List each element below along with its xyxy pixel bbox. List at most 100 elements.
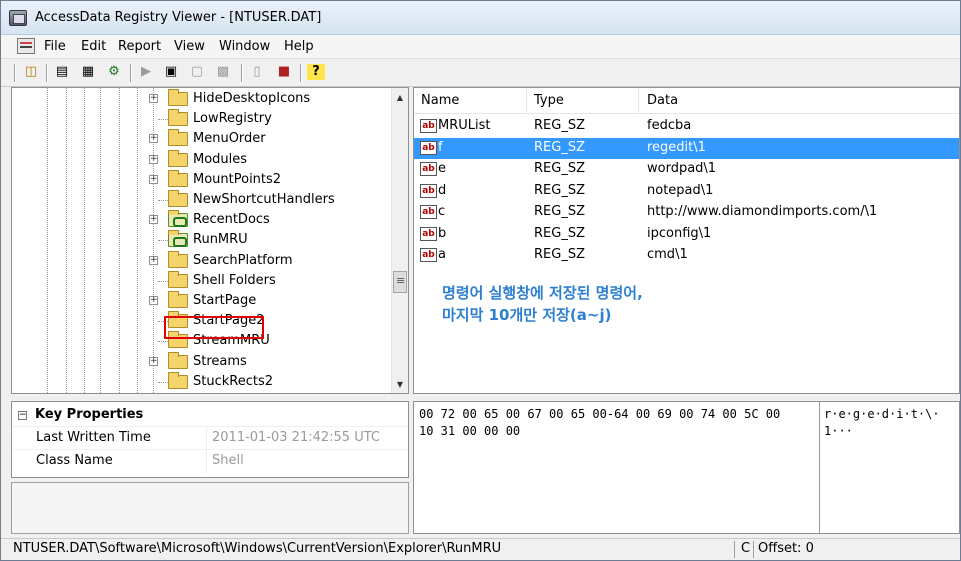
expand-icon[interactable]: + [149, 94, 158, 103]
value-row[interactable]: ab b REG_SZ ipconfig\1 [414, 224, 959, 245]
tree-item[interactable]: + MountPoints2 [12, 169, 392, 190]
expand-icon[interactable]: + [149, 134, 158, 144]
disconnect-icon[interactable]: ▯ [248, 64, 266, 80]
key-properties-header[interactable]: − Key Properties [18, 407, 143, 422]
export-icon[interactable]: ▶ [137, 64, 155, 80]
string-value-icon: ab [420, 205, 437, 219]
tree-item-label: RunMRU [193, 232, 248, 248]
expand-icon[interactable]: + [149, 215, 158, 225]
print-icon[interactable]: ▤ [53, 64, 71, 80]
ascii-text[interactable]: 1··· [824, 424, 853, 438]
tree-item[interactable]: + HideDesktopIcons [12, 89, 392, 109]
view-report-icon[interactable]: ▩ [214, 64, 232, 80]
status-path: NTUSER.DAT\Software\Microsoft\Windows\Cu… [13, 541, 502, 556]
tree-item-label: Streams [193, 353, 247, 369]
string-value-icon: ab [420, 248, 437, 262]
registry-tree[interactable]: + HideDesktopIcons LowRegistry + MenuOrder + M… [11, 87, 409, 394]
open-folder-icon[interactable]: ◫ [22, 64, 40, 80]
help-icon[interactable]: ? [307, 64, 325, 80]
menu-window[interactable]: Window [219, 39, 270, 54]
column-type[interactable]: Type [534, 93, 564, 108]
column-separator[interactable] [526, 88, 527, 114]
tree-item-label: LowRegistry [193, 111, 272, 127]
value-row[interactable]: ab e REG_SZ wordpad\1 [414, 159, 959, 180]
tree-item[interactable]: + Modules [12, 149, 392, 170]
folder-icon [168, 351, 188, 369]
hex-ascii-divider [819, 402, 820, 533]
folder-icon [168, 190, 188, 207]
folder-icon [168, 89, 188, 106]
value-data: wordpad\1 [647, 161, 717, 176]
column-data[interactable]: Data [647, 93, 678, 108]
menu-view[interactable]: View [174, 39, 205, 54]
value-list[interactable]: Name Type Data ab MRUList REG_SZ fedcba ab f R… [413, 87, 960, 394]
tree-item[interactable]: Shell Folders [12, 270, 392, 291]
description-pane [11, 482, 409, 534]
tree-item[interactable]: + RecentDocs [12, 210, 392, 230]
title-bar[interactable]: AccessData Registry Viewer - [NTUSER.DAT… [1, 1, 960, 35]
property-row[interactable]: Class Name Shell [12, 449, 408, 473]
tree-item[interactable]: + StartPage [12, 291, 392, 311]
menu-help[interactable]: Help [284, 39, 314, 54]
expand-icon[interactable]: + [149, 255, 158, 265]
tree-scrollbar[interactable]: ▲ ▼ [391, 88, 408, 393]
value-name: a [438, 247, 446, 262]
value-row[interactable]: ab a REG_SZ cmd\1 [414, 245, 959, 266]
folder-icon [168, 149, 188, 167]
scroll-down-icon[interactable]: ▼ [394, 379, 406, 391]
value-name: f [438, 139, 443, 155]
column-name[interactable]: Name [421, 93, 459, 108]
value-row[interactable]: ab MRUList REG_SZ fedcba [414, 116, 959, 137]
folder-icon [168, 250, 188, 268]
value-data: http://www.diamondimports.com/\1 [647, 204, 878, 219]
toolbar-separator [241, 64, 242, 82]
expand-icon[interactable]: + [149, 174, 158, 184]
menu-edit[interactable]: Edit [81, 39, 106, 54]
tree-item[interactable]: LowRegistry [12, 109, 392, 129]
property-divider [206, 427, 207, 450]
key-properties-title: Key Properties [35, 407, 144, 422]
print-preview-icon[interactable]: ▦ [79, 64, 97, 80]
scroll-thumb[interactable] [393, 271, 407, 293]
tree-connector [158, 381, 168, 383]
expand-icon[interactable]: + [149, 356, 158, 366]
report-icon[interactable]: ▣ [162, 64, 180, 80]
value-name: e [438, 161, 446, 176]
menu-file[interactable]: File [44, 39, 66, 54]
value-name: b [438, 225, 447, 241]
hex-view[interactable]: 00 72 00 65 00 67 00 65 00-64 00 69 00 7… [413, 401, 960, 534]
value-row[interactable]: ab d REG_SZ notepad\1 [414, 181, 959, 202]
hex-bytes[interactable]: 00 72 00 65 00 67 00 65 00-64 00 69 00 7… [419, 407, 780, 421]
expand-icon[interactable]: + [149, 154, 158, 164]
column-separator[interactable] [638, 88, 639, 114]
tree-item[interactable]: RunMRU [12, 230, 392, 250]
key-icon[interactable]: ⚙ [105, 64, 123, 80]
hex-bytes[interactable]: 10 31 00 00 00 [419, 424, 520, 438]
property-name: Class Name [36, 453, 113, 468]
property-divider [206, 450, 207, 473]
ascii-text[interactable]: r·e·g·e·d·i·t·\· [824, 407, 940, 421]
tree-item[interactable]: + Streams [12, 351, 392, 372]
annotation-line-1: 명령어 실행창에 저장된 명령어, [442, 284, 643, 302]
menu-report[interactable]: Report [118, 39, 161, 54]
tree-item[interactable]: + SearchPlatform [12, 250, 392, 271]
edit-report-icon[interactable]: ▢ [188, 64, 206, 80]
tree-item[interactable]: StuckRects2 [12, 371, 392, 392]
property-row[interactable]: Last Written Time 2011-01-03 21:42:55 UT… [12, 426, 408, 450]
tree-item[interactable]: NewShortcutHandlers [12, 190, 392, 210]
tree-connector [158, 341, 168, 343]
tree-item[interactable]: + MenuOrder [12, 129, 392, 149]
scroll-up-icon[interactable]: ▲ [394, 92, 406, 104]
expand-icon[interactable]: + [149, 296, 158, 305]
value-row[interactable]: ab f REG_SZ regedit\1 [414, 137, 959, 159]
stop-icon[interactable]: ■ [275, 64, 293, 80]
value-row[interactable]: ab c REG_SZ http://www.diamondimports.com/\… [414, 202, 959, 223]
value-type: REG_SZ [534, 182, 585, 198]
document-menu-icon[interactable] [17, 38, 35, 54]
app-window: AccessData Registry Viewer - [NTUSER.DAT… [0, 0, 961, 561]
value-type: REG_SZ [534, 204, 585, 219]
collapse-icon[interactable]: − [18, 411, 27, 420]
value-name: d [438, 182, 447, 198]
app-icon[interactable] [9, 10, 27, 26]
string-value-icon: ab [420, 119, 437, 133]
